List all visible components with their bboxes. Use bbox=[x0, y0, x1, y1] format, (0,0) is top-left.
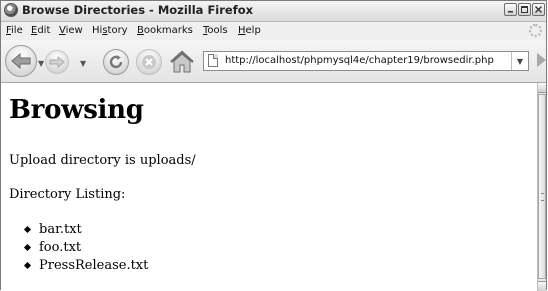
window-controls bbox=[504, 3, 545, 16]
list-item: PressRelease.txt bbox=[25, 257, 148, 275]
close-button[interactable] bbox=[532, 3, 545, 16]
upload-directory-text: Upload directory is uploads/ bbox=[9, 153, 196, 168]
scroll-up-button[interactable] bbox=[538, 83, 546, 93]
page-icon bbox=[208, 54, 218, 67]
stop-button[interactable] bbox=[136, 49, 162, 75]
vertical-scrollbar[interactable] bbox=[537, 83, 546, 291]
home-icon bbox=[170, 50, 194, 73]
menu-bookmarks[interactable]: Bookmarks bbox=[137, 25, 193, 36]
reload-icon bbox=[109, 55, 123, 69]
file-list: bar.txt foo.txt PressRelease.txt bbox=[25, 221, 148, 275]
reload-button[interactable] bbox=[103, 49, 129, 75]
go-icon[interactable] bbox=[537, 53, 546, 67]
close-icon bbox=[535, 6, 542, 13]
maximize-button[interactable] bbox=[518, 3, 531, 16]
stop-icon bbox=[142, 55, 156, 69]
url-bar[interactable]: http://localhost/phpmysql4e/chapter19/br… bbox=[203, 51, 529, 71]
directory-listing-label: Directory Listing: bbox=[9, 187, 126, 202]
menu-help[interactable]: Help bbox=[238, 25, 261, 36]
list-item: foo.txt bbox=[25, 239, 148, 257]
url-text[interactable]: http://localhost/phpmysql4e/chapter19/br… bbox=[225, 55, 494, 66]
maximize-icon bbox=[521, 6, 528, 13]
navigation-toolbar: ▼ ▼ http://localhost/phpmysql4e/chapter1… bbox=[1, 40, 546, 83]
menu-history[interactable]: History bbox=[92, 25, 128, 36]
title-bar: Browse Directories - Mozilla Firefox bbox=[1, 1, 546, 22]
activity-throbber-icon bbox=[529, 24, 542, 37]
scroll-grip-icon bbox=[541, 193, 544, 201]
scroll-thumb[interactable] bbox=[538, 94, 546, 279]
menu-file[interactable]: File bbox=[6, 25, 23, 36]
forward-icon bbox=[49, 56, 65, 68]
menu-bar: File Edit View History Bookmarks Tools H… bbox=[1, 22, 546, 40]
window-title: Browse Directories - Mozilla Firefox bbox=[22, 3, 254, 17]
page-heading: Browsing bbox=[9, 95, 144, 125]
back-history-dropdown-icon[interactable]: ▼ bbox=[38, 59, 44, 68]
minimize-icon bbox=[508, 11, 513, 13]
scroll-down-button[interactable] bbox=[538, 281, 546, 291]
browser-window: Browse Directories - Mozilla Firefox Fil… bbox=[0, 0, 547, 291]
minimize-button[interactable] bbox=[504, 3, 517, 16]
url-history-dropdown-icon[interactable]: ▼ bbox=[511, 52, 528, 70]
forward-history-dropdown-icon[interactable]: ▼ bbox=[80, 59, 86, 68]
menu-view[interactable]: View bbox=[59, 25, 83, 36]
firefox-icon bbox=[4, 3, 18, 17]
forward-button[interactable] bbox=[45, 50, 69, 74]
menu-edit[interactable]: Edit bbox=[31, 25, 50, 36]
home-button[interactable] bbox=[168, 48, 196, 76]
page-content: Browsing Upload directory is uploads/ Di… bbox=[1, 83, 539, 291]
back-icon bbox=[11, 53, 31, 69]
list-item: bar.txt bbox=[25, 221, 148, 239]
back-button[interactable] bbox=[5, 45, 37, 77]
menu-tools[interactable]: Tools bbox=[203, 25, 228, 36]
